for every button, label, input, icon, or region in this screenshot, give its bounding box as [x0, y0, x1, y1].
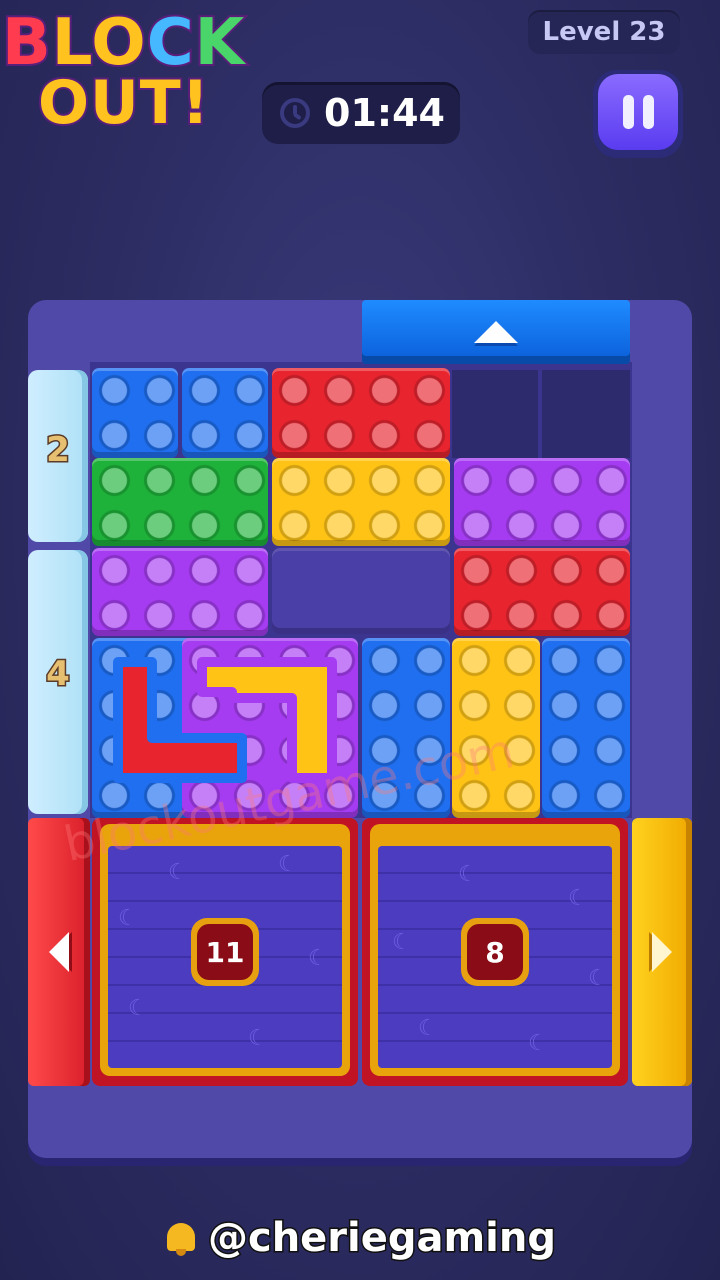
- arrow-up-icon: [474, 321, 518, 343]
- moon-icon: ☾: [418, 1016, 438, 1041]
- timer: 01:44: [262, 82, 460, 144]
- logo-line-2: OUT!: [36, 66, 211, 140]
- empty-slot: [272, 548, 450, 634]
- block-purple[interactable]: [92, 548, 268, 636]
- block-purple[interactable]: [454, 458, 630, 546]
- moon-icon: ☾: [168, 860, 188, 885]
- moon-icon: ☾: [588, 966, 608, 991]
- exit-gate-left-2: 4: [28, 550, 88, 814]
- moon-icon: ☾: [248, 1026, 268, 1051]
- arrow-left-icon: [49, 932, 69, 972]
- crate-counter: 8: [461, 918, 529, 986]
- bell-icon: [164, 1219, 198, 1257]
- gate-counter: 4: [45, 653, 72, 696]
- moon-icon: ☾: [128, 996, 148, 1021]
- exit-gate-left-1: 2: [28, 370, 88, 542]
- gate-counter: 2: [45, 429, 72, 472]
- timer-value: 01:44: [324, 91, 445, 135]
- empty-cell: [452, 370, 538, 458]
- block-blue[interactable]: [182, 368, 268, 458]
- footer-credit: @cheriegaming: [0, 1208, 720, 1268]
- pause-button[interactable]: [593, 70, 683, 158]
- block-blue[interactable]: [92, 368, 178, 458]
- moon-icon: ☾: [392, 930, 412, 955]
- moon-icon: ☾: [278, 852, 298, 877]
- block-red[interactable]: [272, 368, 450, 458]
- exit-gate-blue-top: [362, 300, 630, 364]
- pause-icon: [598, 74, 678, 150]
- collector-crate-yellow: ☾ ☾ ☾ ☾ ☾ ☾ 8: [362, 818, 628, 1086]
- exit-gate-yellow-right: [632, 818, 692, 1086]
- level-indicator: Level 23: [528, 10, 680, 54]
- block-yellow[interactable]: [272, 458, 450, 546]
- crate-counter: 11: [191, 918, 259, 986]
- block-blue-vertical[interactable]: [542, 638, 630, 818]
- game-logo: BLOCK OUT!: [0, 0, 265, 150]
- moon-icon: ☾: [528, 1031, 548, 1056]
- creator-handle: @cheriegaming: [206, 1214, 557, 1263]
- empty-cell: [542, 370, 630, 458]
- moon-icon: ☾: [308, 946, 328, 971]
- block-green[interactable]: [92, 458, 268, 546]
- moon-icon: ☾: [568, 886, 588, 911]
- block-red[interactable]: [454, 548, 630, 636]
- arrow-right-icon: [652, 932, 672, 972]
- moon-icon: ☾: [118, 906, 138, 931]
- clock-icon: [280, 98, 310, 128]
- moon-icon: ☾: [458, 862, 478, 887]
